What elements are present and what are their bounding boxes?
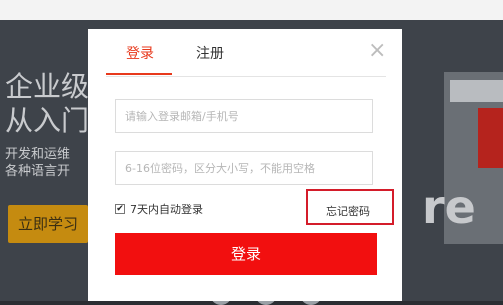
remember-label: 7天内自动登录	[130, 203, 203, 216]
hero-subtext: 开发和运维 各种语言开	[5, 146, 70, 180]
hero-headline-line2: 从入门	[5, 104, 90, 137]
hero-headline: 企业级 从入门	[5, 70, 89, 138]
close-icon[interactable]: ×	[368, 39, 386, 63]
login-modal: 登录 注册 × ✔ 7天内自动登录 忘记密码 登录	[88, 29, 402, 301]
hero-headline-line1: 企业级	[5, 70, 90, 103]
hero-subtext-line2: 各种语言开	[5, 164, 71, 179]
top-bar	[0, 0, 503, 20]
hero-illustration-window	[450, 80, 503, 102]
remember-checkbox[interactable]: ✔	[115, 204, 125, 214]
modal-tabs: 登录 注册	[106, 29, 386, 77]
hero-partial-logo-text: re	[422, 180, 476, 234]
tab-register[interactable]: 注册	[196, 43, 224, 63]
active-tab-indicator	[106, 73, 172, 75]
password-input[interactable]	[115, 151, 373, 185]
hero-logo-block	[478, 108, 503, 168]
email-phone-input[interactable]	[115, 99, 373, 133]
tab-login[interactable]: 登录	[126, 43, 154, 63]
hero-cta-button[interactable]: 立即学习	[8, 205, 88, 243]
forgot-password-link[interactable]: 忘记密码	[326, 203, 370, 219]
hero-subtext-line1: 开发和运维	[5, 147, 71, 162]
login-submit-button[interactable]: 登录	[115, 233, 377, 275]
remember-me[interactable]: ✔ 7天内自动登录	[115, 201, 203, 217]
